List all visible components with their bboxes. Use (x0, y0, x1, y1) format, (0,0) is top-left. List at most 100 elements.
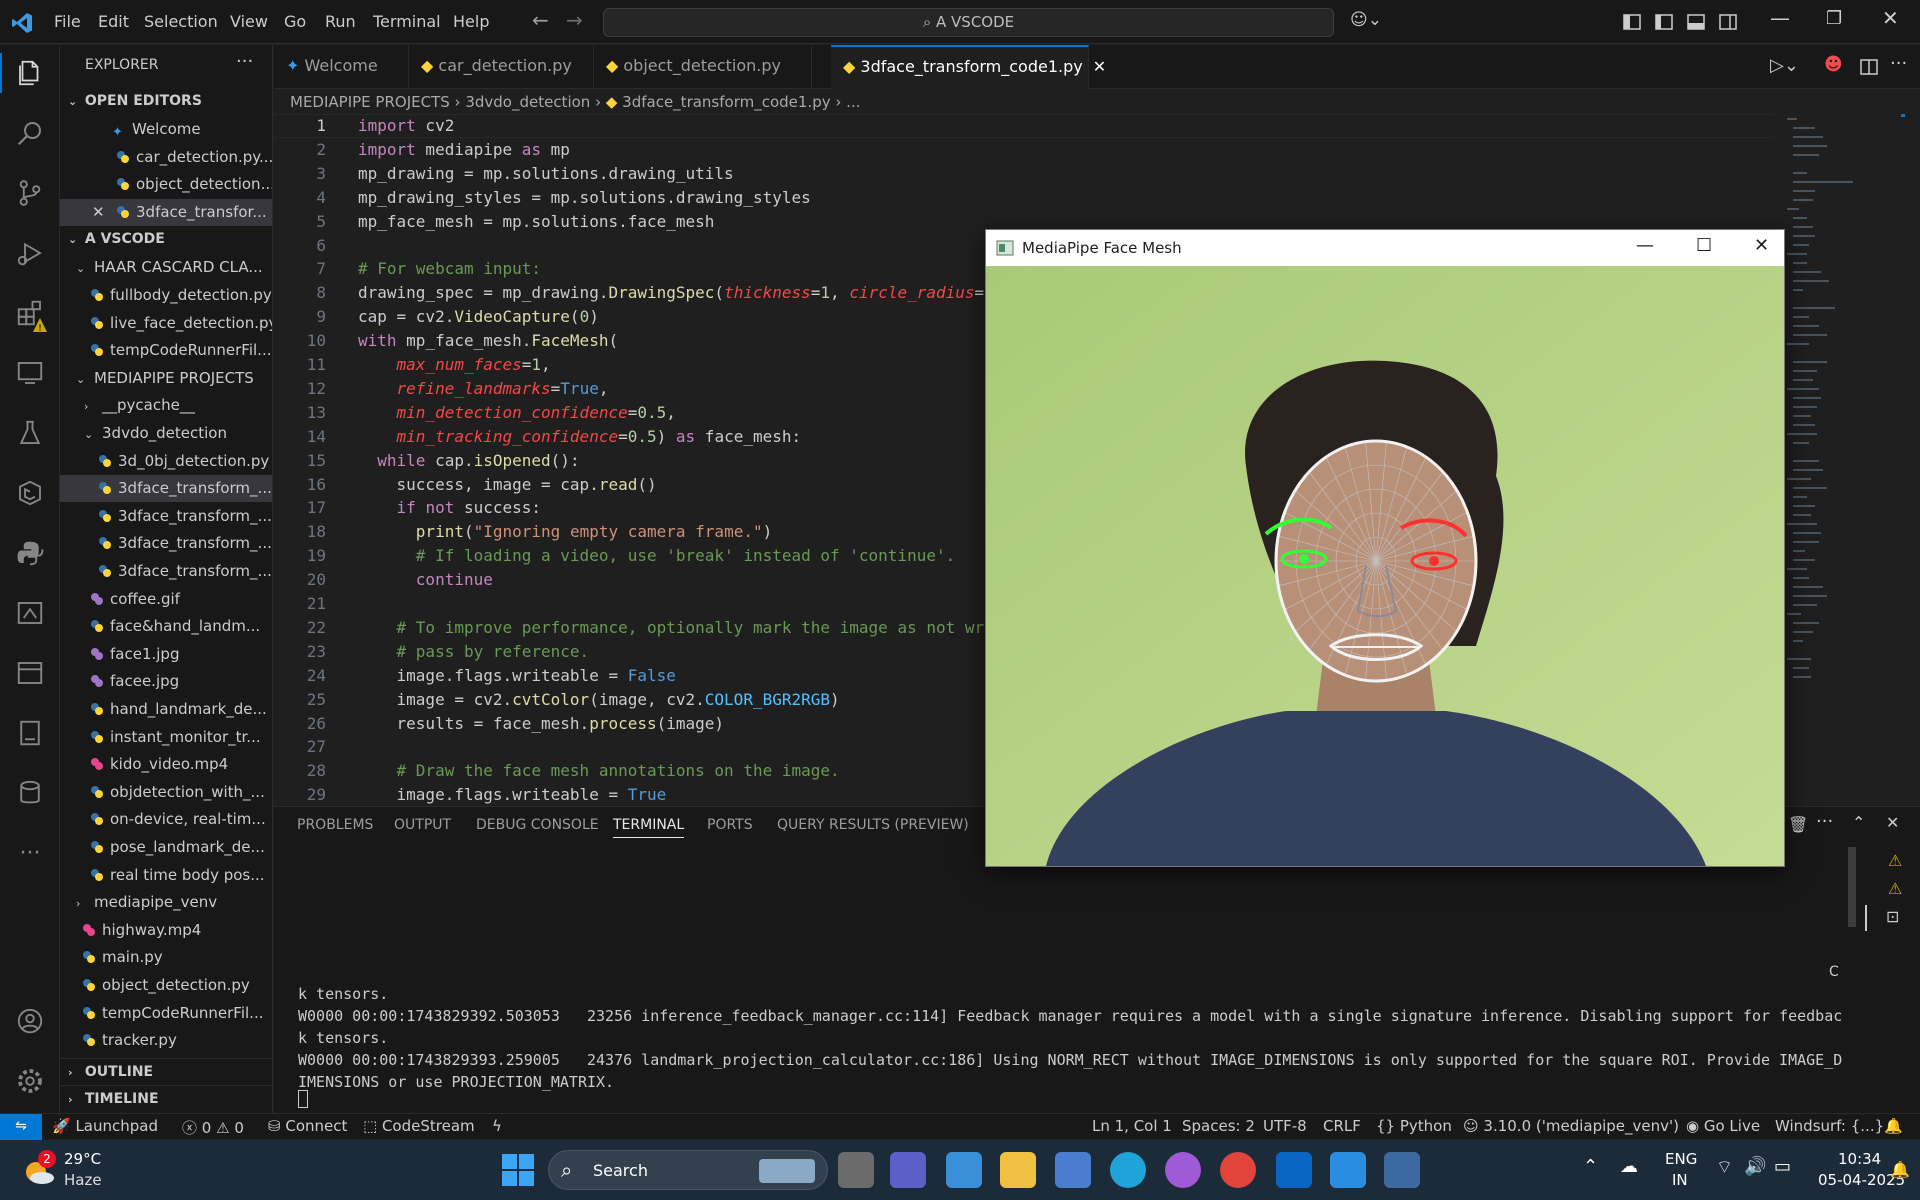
remote-indicator-icon[interactable]: ⇋ (0, 1114, 42, 1140)
menu-go[interactable]: Go (284, 12, 306, 31)
wifi-icon[interactable]: ⌔ (1716, 1156, 1733, 1179)
notification-center-icon[interactable]: 🔔 (1890, 1160, 1910, 1179)
menu-run[interactable]: Run (325, 12, 356, 31)
more-icon[interactable]: ··· (12, 835, 48, 871)
terminal-instance-icon[interactable]: ⊡ (1886, 907, 1899, 926)
onedrive-icon[interactable]: ☁ (1620, 1156, 1638, 1177)
command-center-search[interactable]: ⌕ A VSCODE (603, 8, 1334, 37)
line-ending[interactable]: CRLF (1323, 1117, 1361, 1135)
tree-folder[interactable]: ⌄ HAAR CASCARD CLA... (60, 254, 272, 281)
widgets-store-icon[interactable] (946, 1152, 982, 1188)
panel-tab-output[interactable]: OUTPUT (394, 817, 451, 833)
trash-icon[interactable]: 🗑 (1788, 815, 1808, 834)
tree-folder[interactable]: › __pycache__ (60, 392, 272, 419)
tree-file[interactable]: live_face_detection.py (60, 310, 272, 337)
battery-icon[interactable]: ▭ (1774, 1156, 1791, 1177)
menu-file[interactable]: File (54, 12, 81, 31)
weather-temp[interactable]: 29°C (64, 1150, 101, 1168)
close-tab-icon[interactable]: ✕ (1093, 57, 1106, 76)
tree-file[interactable]: tempCodeRunnerFil... (60, 337, 272, 364)
mediapipe-window[interactable]: MediaPipe Face Mesh — ☐ ✕ (985, 229, 1785, 867)
panel-more-icon[interactable]: ··· (1816, 811, 1833, 832)
open-editor-3dface-transform[interactable]: ✕ 3dface_transfor... (60, 199, 272, 226)
remote-window-icon[interactable] (12, 595, 48, 631)
windows-start-icon[interactable] (502, 1154, 534, 1186)
tree-file[interactable]: facee.jpg (60, 668, 272, 695)
notifications-bell-icon[interactable]: 🔔 (1884, 1117, 1903, 1135)
settings-gear-icon[interactable] (12, 1063, 48, 1099)
warning-icon[interactable]: ⚠ (1888, 879, 1902, 898)
volume-icon[interactable]: 🔊 (1744, 1156, 1766, 1177)
customize-layout-icon[interactable] (1622, 12, 1642, 32)
back-arrow-icon[interactable]: ← (532, 8, 549, 32)
connect-item[interactable]: ⛁ Connect (268, 1117, 347, 1135)
timeline-header[interactable]: › TIMELINE (60, 1085, 272, 1112)
lightning-icon[interactable]: ϟ (492, 1117, 502, 1135)
breadcrumb-item[interactable]: ... (846, 93, 860, 111)
terminal-scrollbar[interactable] (1848, 847, 1856, 927)
tree-file[interactable]: 3dface_transform_... (60, 475, 272, 503)
breadcrumb-item[interactable]: 3dvdo_detection (465, 93, 590, 111)
accounts-icon[interactable] (12, 1003, 48, 1039)
tree-file[interactable]: kido_video.mp4 (60, 751, 272, 778)
problems-item[interactable]: ⓧ 0 ⚠ 0 (182, 1117, 244, 1138)
edge-icon[interactable] (1110, 1152, 1146, 1188)
notebook-icon[interactable] (12, 715, 48, 751)
tree-file[interactable]: on-device, real-tim... (60, 806, 272, 833)
breadcrumb-item[interactable]: MEDIAPIPE PROJECTS (290, 93, 450, 111)
tree-file[interactable]: instant_monitor_tr... (60, 724, 272, 751)
menu-help[interactable]: Help (453, 12, 489, 31)
copilot-app-icon[interactable] (1165, 1152, 1201, 1188)
tree-file[interactable]: hand_landmark_de... (60, 696, 272, 723)
tab-object-detection[interactable]: ◆ object_detection.py (594, 45, 812, 89)
panel-tab-problems[interactable]: PROBLEMS (297, 817, 373, 833)
tab-3dface-transform[interactable]: ◆ 3dface_transform_code1.py ✕ (831, 45, 1106, 89)
warning-icon[interactable]: ⚠ (1888, 851, 1902, 870)
weather-widget-icon[interactable]: 2 (20, 1150, 56, 1188)
tree-file[interactable]: real time body pos... (60, 862, 272, 889)
split-editor-icon[interactable] (1859, 57, 1879, 77)
python-icon[interactable] (12, 535, 48, 571)
python-app-icon[interactable] (1384, 1152, 1420, 1188)
launchpad-item[interactable]: 🚀 Launchpad (52, 1117, 158, 1135)
extension-action-icon[interactable]: ☻ (1824, 54, 1843, 75)
tree-file[interactable]: tracker.py (60, 1027, 272, 1054)
tree-file[interactable]: fullbody_detection.py (60, 282, 272, 309)
sql-cylinder-icon[interactable] (12, 775, 48, 811)
minimap[interactable] (1785, 114, 1905, 804)
tree-file[interactable]: 3dface_transform_... (60, 530, 272, 557)
tree-file[interactable]: pose_landmark_de... (60, 834, 272, 861)
open-editor-welcome[interactable]: ✦ Welcome (60, 116, 272, 143)
outline-header[interactable]: › OUTLINE (60, 1058, 272, 1085)
go-live-item[interactable]: ◉ Go Live (1686, 1117, 1760, 1135)
close-icon[interactable]: ✕ (1754, 235, 1769, 256)
explorer-icon[interactable] (12, 55, 48, 91)
menu-terminal[interactable]: Terminal (373, 12, 441, 31)
tree-file[interactable]: coffee.gif (60, 586, 272, 613)
panel-tab-terminal[interactable]: TERMINAL (613, 817, 685, 838)
codestream-item[interactable]: ⬚ CodeStream (363, 1117, 475, 1135)
tree-file[interactable]: 3dface_transform_... (60, 503, 272, 530)
windsurf-item[interactable]: Windsurf: {...} (1775, 1117, 1884, 1135)
panel-tab-ports[interactable]: PORTS (707, 817, 753, 833)
tree-file[interactable]: objdetection_with_... (60, 779, 272, 806)
panel-tab-debug-console[interactable]: DEBUG CONSOLE (476, 817, 599, 833)
cursor-position[interactable]: Ln 1, Col 1 (1092, 1117, 1172, 1135)
weather-desc[interactable]: Haze (64, 1171, 102, 1189)
mediapipe-window-titlebar[interactable]: MediaPipe Face Mesh — ☐ ✕ (986, 230, 1784, 266)
menu-edit[interactable]: Edit (98, 12, 129, 31)
tree-file[interactable]: 3dface_transform_... (60, 558, 272, 585)
chrome-icon[interactable] (1220, 1152, 1256, 1188)
source-control-icon[interactable] (12, 175, 48, 211)
linkedin-icon[interactable] (1276, 1152, 1312, 1188)
encoding[interactable]: UTF-8 (1263, 1117, 1307, 1135)
forward-arrow-icon[interactable]: → (566, 8, 583, 32)
tray-chevron-icon[interactable]: ⌃ (1583, 1156, 1598, 1177)
tree-file[interactable]: face1.jpg (60, 641, 272, 668)
tab-welcome[interactable]: ✦ Welcome (274, 45, 409, 89)
tree-folder[interactable]: ⌄ MEDIAPIPE PROJECTS (60, 365, 272, 392)
teams-icon[interactable] (890, 1152, 926, 1188)
minimize-icon[interactable]: — (1636, 235, 1654, 256)
toggle-secondary-sidebar-icon[interactable] (1718, 12, 1738, 32)
indentation[interactable]: Spaces: 2 (1182, 1117, 1255, 1135)
